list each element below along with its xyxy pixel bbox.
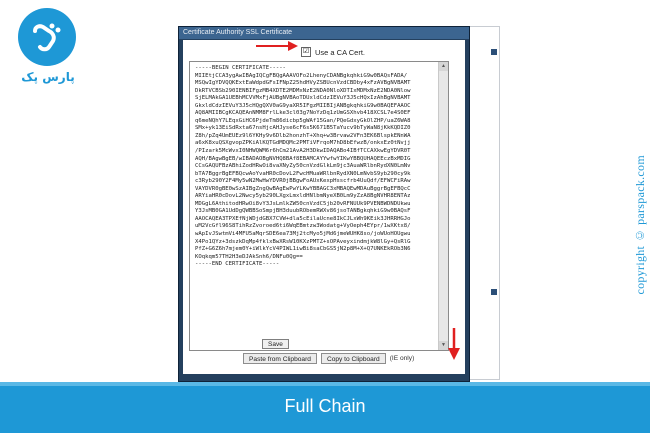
dialog-content: ☑ Use a CA Cert. -----BEGIN CERTIFICATE-… [183, 40, 465, 375]
logo-icon [18, 8, 76, 66]
dialog-footer [179, 374, 469, 381]
save-button[interactable]: Save [262, 339, 289, 349]
textarea-scrollbar[interactable]: ▲ ▼ [438, 62, 448, 350]
use-ca-label: Use a CA Cert. [315, 47, 366, 57]
scroll-up-icon[interactable]: ▲ [439, 62, 448, 71]
certificate-text: -----BEGIN CERTIFICATE----- MIIEtjCCA3yg… [195, 65, 411, 268]
dialog-title: Certificate Authority SSL Certificate [179, 27, 469, 39]
copyright-watermark: copyright © parspack.com [633, 155, 647, 295]
clipboard-buttons: Paste from Clipboard Copy to Clipboard (… [243, 353, 414, 364]
panel-marker [491, 49, 497, 55]
arrow-down-icon [448, 328, 460, 360]
copy-to-clipboard-button[interactable]: Copy to Clipboard [320, 353, 386, 364]
use-ca-row: ☑ Use a CA Cert. [301, 46, 365, 58]
certificate-dialog: Certificate Authority SSL Certificate ☑ … [178, 26, 470, 382]
footer-title: Full Chain [284, 396, 366, 416]
panel-marker [491, 289, 497, 295]
parspack-logo: پارس پک [12, 8, 82, 88]
brand-name: پارس پک [21, 70, 75, 84]
ie-only-note: (IE only) [389, 355, 415, 362]
use-ca-checkbox[interactable]: ☑ [301, 47, 311, 57]
paste-from-clipboard-button[interactable]: Paste from Clipboard [243, 353, 317, 364]
arrow-right-icon [256, 41, 298, 51]
background-panel [468, 26, 500, 380]
certificate-textarea[interactable]: -----BEGIN CERTIFICATE----- MIIEtjCCA3yg… [189, 61, 449, 351]
